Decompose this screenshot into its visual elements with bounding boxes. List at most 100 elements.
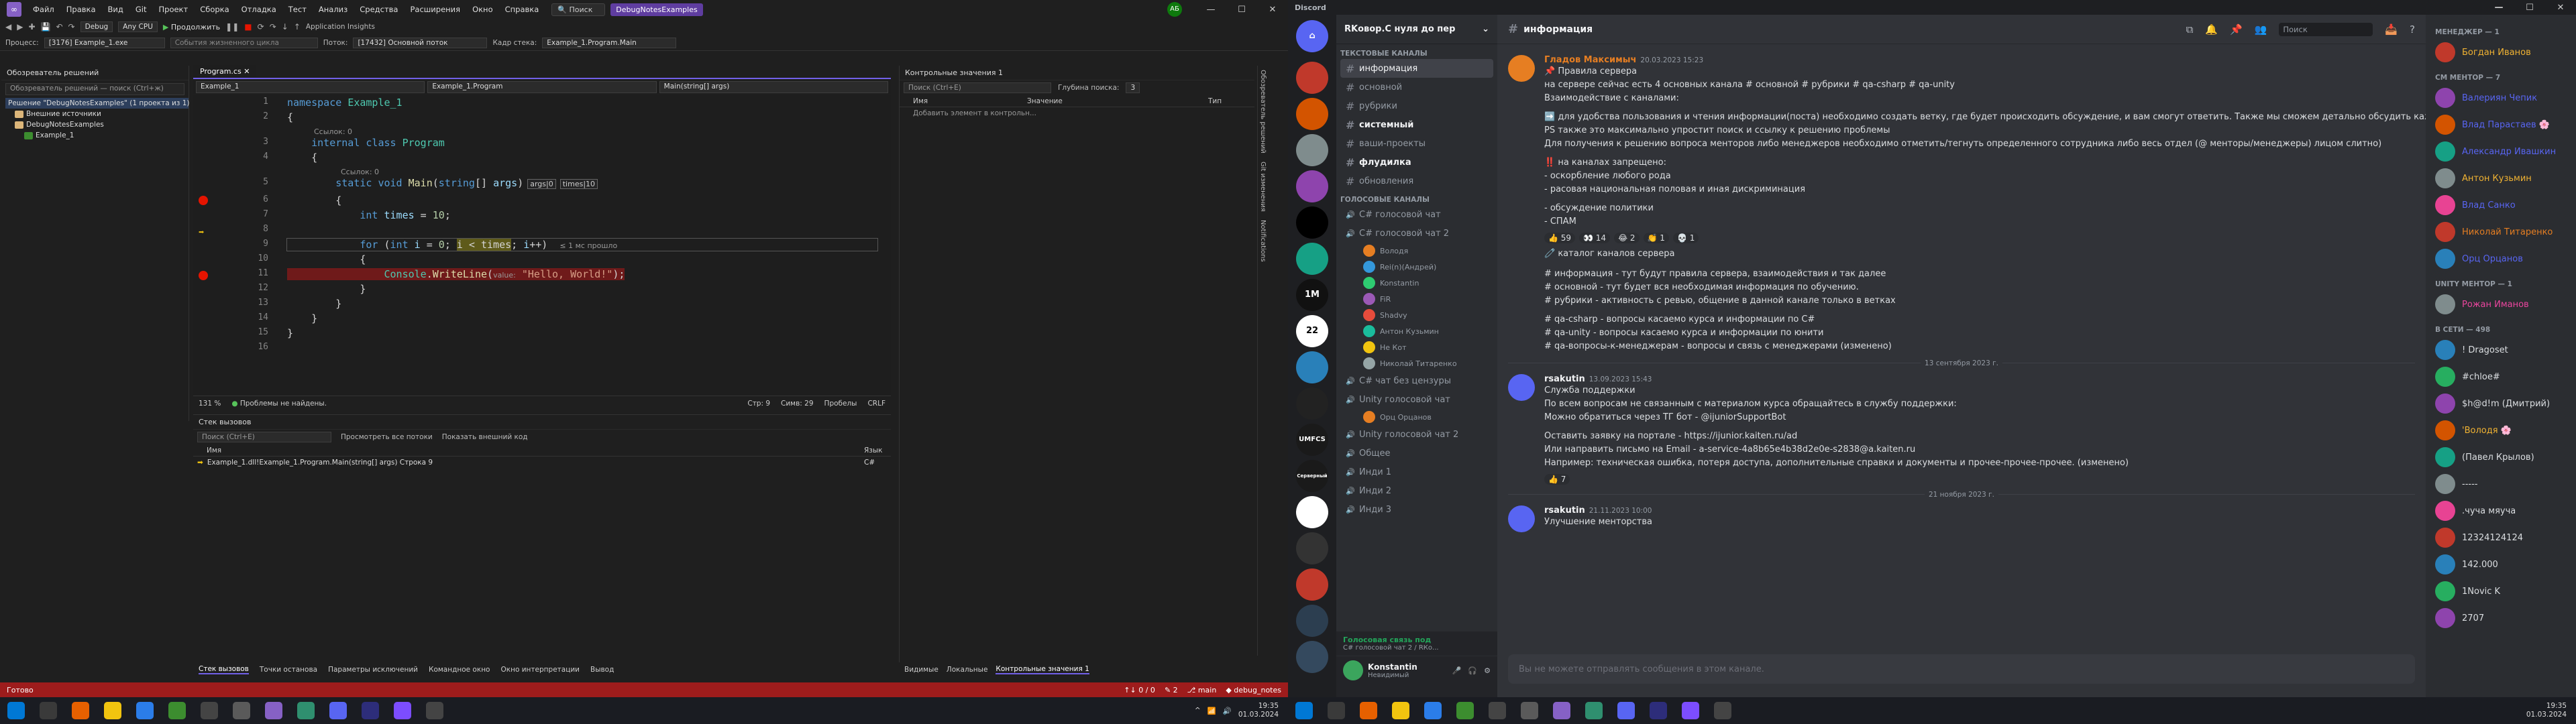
nav-member-select[interactable]: Main(string[] args) xyxy=(659,81,888,93)
user-avatar[interactable]: АБ xyxy=(1167,2,1182,17)
tool-tab[interactable]: Локальные xyxy=(947,666,988,674)
voice-user[interactable]: FiR xyxy=(1363,291,1497,307)
restart-icon[interactable]: ⟳ xyxy=(258,22,264,32)
status-errors[interactable]: ↑↓ 0 / 0 xyxy=(1124,686,1155,695)
menu-item[interactable]: Средства xyxy=(354,5,404,14)
inline-value-args[interactable]: args|0 xyxy=(527,179,556,189)
message-author[interactable]: rsakutin xyxy=(1544,374,1585,384)
app-icon[interactable] xyxy=(1714,702,1731,719)
stack-frame-select[interactable]: Example_1.Program.Main xyxy=(542,37,677,48)
vertical-tab[interactable]: Обозреватель решений xyxy=(1258,66,1268,158)
stop-icon[interactable]: ■ xyxy=(244,22,252,32)
menu-item[interactable]: Отладка xyxy=(235,5,282,14)
member-item[interactable]: 2707 xyxy=(2431,605,2571,631)
solution-explorer-search[interactable]: Обозреватель решений — поиск (Ctrl+ж) xyxy=(5,83,184,95)
tool-tab[interactable]: Контрольные значения 1 xyxy=(996,665,1089,674)
server-icon[interactable] xyxy=(1296,568,1328,601)
start-icon[interactable] xyxy=(7,702,25,719)
server-icon[interactable] xyxy=(1296,351,1328,383)
voice-user[interactable]: Володя xyxy=(1363,243,1497,259)
inline-value-times[interactable]: times|10 xyxy=(559,179,598,189)
channel-информация[interactable]: # информация xyxy=(1340,59,1493,78)
status-commits[interactable]: ✎ 2 xyxy=(1165,686,1178,695)
member-item[interactable]: Николай Титаренко xyxy=(2431,219,2571,245)
issues-indicator[interactable]: ● Проблемы не найдены. xyxy=(231,400,327,408)
editor-gutter[interactable] xyxy=(193,95,233,396)
close-tab-icon[interactable]: ✕ xyxy=(244,67,250,76)
member-item[interactable]: Александр Ивашкин xyxy=(2431,138,2571,165)
server-icon[interactable] xyxy=(1296,605,1328,637)
visual-studio-icon[interactable] xyxy=(1553,702,1570,719)
server-icon[interactable] xyxy=(1296,532,1328,564)
clock[interactable]: 19:35 01.03.2024 xyxy=(1238,702,1279,719)
code-lens-refs[interactable]: Ссылок: 0 xyxy=(314,125,352,137)
menu-item[interactable]: Вид xyxy=(102,5,129,14)
minimize-button[interactable]: — xyxy=(1195,5,1226,15)
server-icon[interactable]: 1M xyxy=(1296,279,1328,311)
member-item[interactable]: Влад Парастаев 🌸 xyxy=(2431,111,2571,138)
reaction[interactable]: 👏 1 xyxy=(1643,233,1669,243)
forward-icon[interactable]: ▶ xyxy=(17,22,23,32)
tool-tab[interactable]: Командное окно xyxy=(429,666,490,674)
message[interactable]: rsakutin 13.09.2023 15:43 Служба поддержк… xyxy=(1508,374,2415,485)
voice-user[interactable]: Не Кот xyxy=(1363,339,1497,355)
pause-icon[interactable]: ❚❚ xyxy=(225,22,239,32)
voice-channel[interactable]: 🔊 Инди 3 xyxy=(1340,500,1493,519)
vs-search-box[interactable]: 🔍 Поиск xyxy=(551,3,606,16)
server-icon[interactable] xyxy=(1296,170,1328,202)
close-button[interactable]: ✕ xyxy=(1257,5,1288,15)
members-icon[interactable]: 👥 xyxy=(2255,23,2267,36)
firefox-icon[interactable] xyxy=(72,702,89,719)
redo-icon[interactable]: ↷ xyxy=(68,22,75,32)
app-icon[interactable] xyxy=(201,702,218,719)
tree-item[interactable]: DebugNotesExamples xyxy=(5,119,189,130)
config-select[interactable]: Debug xyxy=(80,21,113,32)
member-item[interactable]: 12324124124 xyxy=(2431,524,2571,551)
header-search[interactable]: Поиск xyxy=(2279,22,2373,36)
member-item[interactable]: Антон Кузьмин xyxy=(2431,165,2571,192)
menu-item[interactable]: Тест xyxy=(282,5,313,14)
tool-tab[interactable]: Видимые xyxy=(904,666,938,674)
member-item[interactable]: #chloe# xyxy=(2431,363,2571,390)
server-header[interactable]: RKовор.С нуля до пер ⌄ xyxy=(1336,15,1497,44)
app-icon[interactable] xyxy=(1650,702,1667,719)
member-item[interactable]: 142.000 xyxy=(2431,551,2571,578)
member-item[interactable]: Влад Санкo xyxy=(2431,192,2571,219)
tool-tab[interactable]: Вывод xyxy=(590,666,614,674)
thread-select[interactable]: [17432] Основной поток xyxy=(353,37,488,48)
message[interactable]: rsakutin 21.11.2023 10:00 Улучшение менто… xyxy=(1508,505,2415,532)
menu-item[interactable]: Анализ xyxy=(313,5,354,14)
step-into-icon[interactable]: ↓ xyxy=(282,22,288,32)
back-icon[interactable]: ◀ xyxy=(5,22,11,32)
call-stack-row[interactable]: ➡ Example_1.dll!Example_1.Program.Main(s… xyxy=(193,457,891,469)
voice-user[interactable]: Николай Титаренко xyxy=(1363,355,1497,371)
step-over-icon[interactable]: ↷ xyxy=(270,22,276,32)
pin-icon[interactable]: 📌 xyxy=(2230,23,2243,36)
member-item[interactable]: ----- xyxy=(2431,471,2571,497)
menu-item[interactable]: Проект xyxy=(153,5,195,14)
server-icon[interactable] xyxy=(1296,206,1328,239)
channel-флудилка[interactable]: # флудилка xyxy=(1340,153,1493,172)
rider-icon[interactable] xyxy=(394,702,411,719)
discord-icon[interactable] xyxy=(329,702,347,719)
menu-item[interactable]: Расширения xyxy=(404,5,466,14)
member-item[interactable]: 'Володя 🌸 xyxy=(2431,417,2571,444)
app-icon[interactable] xyxy=(297,702,315,719)
start-icon[interactable] xyxy=(1295,702,1313,719)
maximize-button[interactable]: ☐ xyxy=(2514,3,2545,13)
voice-channel[interactable]: 🔊 Инди 1 xyxy=(1340,463,1493,481)
member-item[interactable]: Богдан Иванов xyxy=(2431,39,2571,66)
channel-основной[interactable]: # основной xyxy=(1340,78,1493,97)
new-item-icon[interactable]: ✚ xyxy=(28,22,35,32)
bell-icon[interactable]: 🔔 xyxy=(2205,23,2218,36)
app-icon[interactable] xyxy=(426,702,443,719)
server-icon[interactable] xyxy=(1296,134,1328,166)
reaction[interactable]: 💀 1 xyxy=(1672,233,1699,243)
discord-icon[interactable] xyxy=(1617,702,1635,719)
member-item[interactable]: Валериян Чепик xyxy=(2431,84,2571,111)
visual-studio-icon[interactable] xyxy=(265,702,282,719)
tool-tab[interactable]: Окно интерпретации xyxy=(501,666,580,674)
process-select[interactable]: [3176] Example_1.exe xyxy=(44,37,165,48)
channel-ваши-проекты[interactable]: # ваши-проекты xyxy=(1340,134,1493,153)
app-icon[interactable] xyxy=(362,702,379,719)
